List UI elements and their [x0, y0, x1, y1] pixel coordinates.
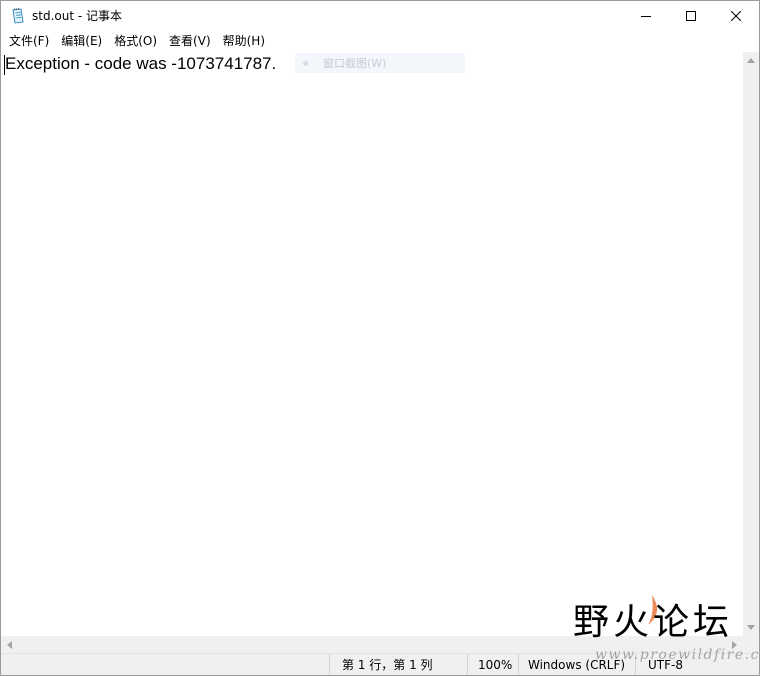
status-zoom: 100% [467, 654, 518, 675]
chevron-right-icon [732, 640, 737, 649]
scrollbar-corner [743, 636, 759, 653]
status-bar: 第 1 行，第 1 列 100% Windows (CRLF) UTF-8 [1, 653, 759, 675]
status-cursor-position: 第 1 行，第 1 列 [329, 654, 467, 675]
notepad-window: std.out - 记事本 文件(F) 编辑(E) 格式(O) 查看(V) 帮助… [0, 0, 760, 676]
editor-content: Exception - code was -1073741787. [5, 54, 277, 73]
minimize-icon [641, 16, 651, 17]
chevron-down-icon [747, 625, 755, 630]
menu-bar: 文件(F) 编辑(E) 格式(O) 查看(V) 帮助(H) [1, 31, 759, 51]
text-editor[interactable]: Exception - code was -1073741787. 窗口截图(W… [1, 52, 743, 636]
title-bar[interactable]: std.out - 记事本 [1, 1, 759, 31]
window-title: std.out - 记事本 [32, 9, 123, 23]
scroll-left-button[interactable] [1, 636, 18, 653]
maximize-button[interactable] [668, 1, 714, 31]
notepad-icon [12, 8, 24, 24]
ghost-tooltip: 窗口截图(W) [295, 53, 465, 73]
menu-help[interactable]: 帮助(H) [217, 31, 271, 51]
horizontal-scrollbar[interactable] [1, 636, 743, 653]
menu-file[interactable]: 文件(F) [3, 31, 55, 51]
status-encoding: UTF-8 [635, 654, 759, 675]
scroll-right-button[interactable] [726, 636, 743, 653]
vertical-scrollbar[interactable] [743, 52, 759, 636]
menu-format[interactable]: 格式(O) [108, 31, 163, 51]
chevron-up-icon [747, 58, 755, 63]
minimize-button[interactable] [623, 1, 669, 31]
menu-view[interactable]: 查看(V) [163, 31, 217, 51]
ghost-dot-icon [303, 60, 308, 66]
ghost-tooltip-label: 窗口截图(W) [323, 57, 387, 70]
close-button[interactable] [713, 1, 759, 31]
maximize-icon [686, 11, 696, 21]
scroll-down-button[interactable] [743, 619, 759, 636]
chevron-left-icon [7, 640, 12, 649]
status-line-ending: Windows (CRLF) [518, 654, 635, 675]
scroll-up-button[interactable] [743, 52, 759, 69]
menu-edit[interactable]: 编辑(E) [55, 31, 108, 51]
close-icon [731, 11, 741, 21]
